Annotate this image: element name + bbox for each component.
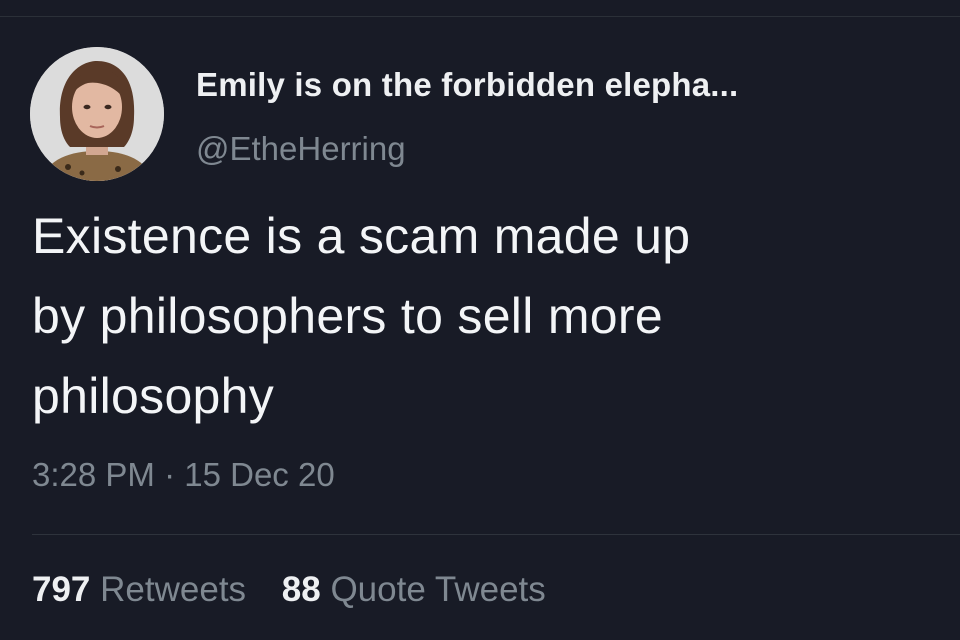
retweets-count: 797 xyxy=(32,570,91,609)
tweet-date: 15 Dec 20 xyxy=(184,456,335,493)
retweets-link[interactable]: 797 Retweets xyxy=(32,570,246,610)
tweet-stats: 797 Retweets 88 Quote Tweets xyxy=(32,570,572,610)
author-display-name[interactable]: Emily is on the forbidden elepha... xyxy=(196,66,738,104)
quote-tweets-count: 88 xyxy=(281,570,321,609)
tweet-text-line: philosophy xyxy=(32,368,275,424)
retweets-label: Retweets xyxy=(100,570,247,609)
avatar[interactable] xyxy=(30,47,164,181)
tweet-time: 3:28 PM xyxy=(32,456,155,493)
meta-separator: · xyxy=(164,456,176,493)
stats-divider xyxy=(32,534,960,535)
quote-tweets-label: Quote Tweets xyxy=(330,570,546,609)
tweet-text-line: by philosophers to sell more xyxy=(32,288,663,344)
profile-photo-icon xyxy=(30,47,164,181)
tweet-timestamp[interactable]: 3:28 PM · 15 Dec 20 xyxy=(32,456,335,494)
tweet-text-line: Existence is a scam made up xyxy=(32,208,691,264)
tweet-text: Existence is a scam made up by philosoph… xyxy=(32,196,912,436)
top-divider xyxy=(0,16,960,17)
quote-tweets-link[interactable]: 88 Quote Tweets xyxy=(282,570,546,610)
author-handle[interactable]: @EtheHerring xyxy=(196,130,406,168)
